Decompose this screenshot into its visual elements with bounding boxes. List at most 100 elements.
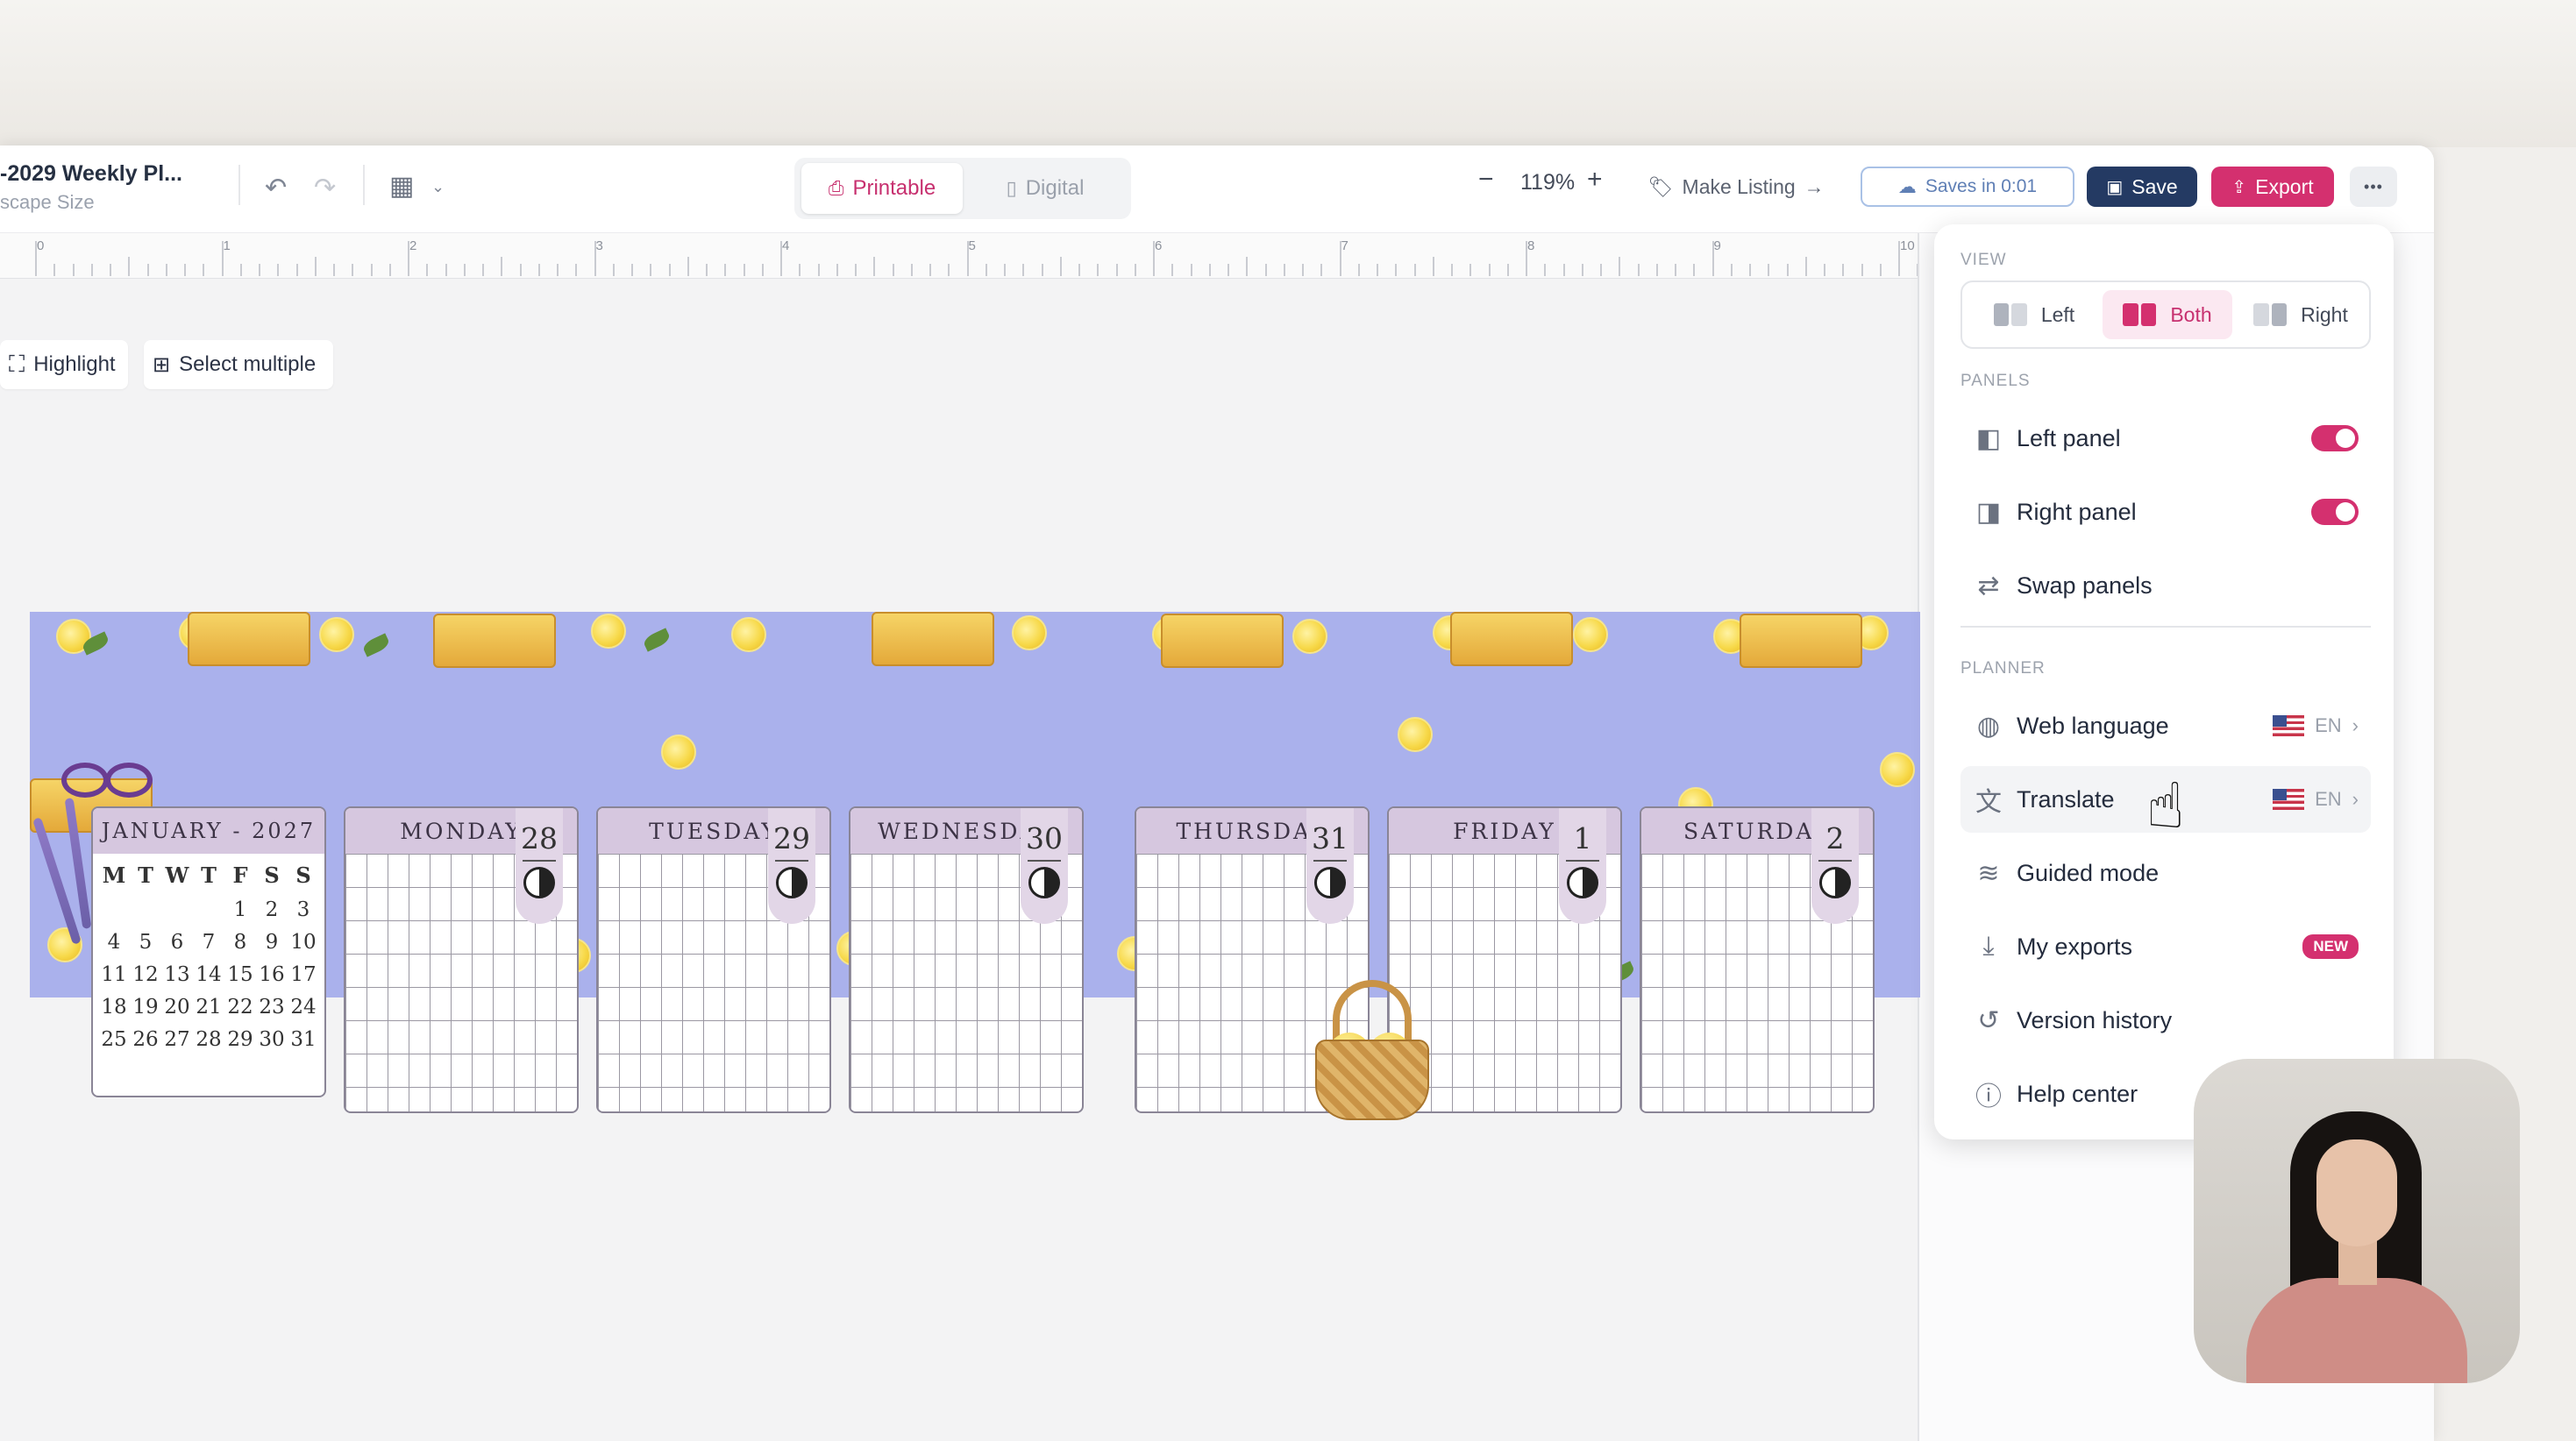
- calendar-day[interactable]: 24: [288, 996, 319, 1019]
- calendar-day[interactable]: 25: [98, 1028, 130, 1051]
- printable-mode-button[interactable]: ⎙ Printable: [801, 163, 963, 214]
- calendar-day[interactable]: 11: [98, 963, 130, 986]
- calendar-day[interactable]: 17: [288, 963, 319, 986]
- right-panel-row[interactable]: ◨ Right panel: [1960, 479, 2371, 545]
- calendar-day[interactable]: 12: [130, 963, 161, 986]
- calendar-day[interactable]: 27: [161, 1028, 193, 1051]
- calendar-day[interactable]: 23: [256, 996, 288, 1019]
- redo-icon[interactable]: ↷: [314, 175, 336, 202]
- web-language-row[interactable]: ◍ Web language EN ›: [1960, 692, 2371, 759]
- calendar-day[interactable]: 5: [130, 931, 161, 954]
- calendar-day[interactable]: 29: [224, 1028, 256, 1051]
- ruler-tick: [146, 264, 149, 276]
- ruler-tick: [370, 264, 373, 276]
- ruler-tick: [1134, 264, 1136, 276]
- guided-mode-label: Guided mode: [2017, 859, 2160, 886]
- lemon-crate-pattern: [1161, 614, 1284, 668]
- swap-panels-row[interactable]: ⇄ Swap panels: [1960, 552, 2371, 619]
- calendar-day[interactable]: 6: [161, 931, 193, 954]
- calendar-day[interactable]: 20: [161, 996, 193, 1019]
- calendar-day[interactable]: 9: [256, 931, 288, 954]
- save-button[interactable]: ▣ Save: [2087, 167, 2197, 207]
- calendar-day[interactable]: 14: [193, 963, 224, 986]
- layout-icon[interactable]: ▦: [389, 174, 414, 200]
- ruler-tick: [1804, 257, 1807, 276]
- calendar-day[interactable]: 31: [288, 1028, 319, 1051]
- both-view-icon: [2123, 303, 2157, 326]
- calendar-day[interactable]: 3: [288, 898, 319, 921]
- view-right-option[interactable]: Right: [2236, 290, 2366, 339]
- day-card-wednesday[interactable]: WEDNESDAY 30: [849, 806, 1084, 1113]
- view-both-option[interactable]: Both: [2103, 290, 2232, 339]
- calendar-day[interactable]: 22: [224, 996, 256, 1019]
- ruler-tick: [352, 264, 354, 276]
- calendar-day[interactable]: 18: [98, 996, 130, 1019]
- calendar-day[interactable]: 26: [130, 1028, 161, 1051]
- calendar-day[interactable]: 13: [161, 963, 193, 986]
- make-listing-button[interactable]: 🏷 Make Listing →: [1640, 167, 1832, 207]
- translate-value: EN: [2315, 788, 2342, 810]
- left-panel-toggle[interactable]: [2311, 425, 2359, 451]
- version-history-row[interactable]: ↺ Version history: [1960, 987, 2371, 1054]
- calendar-day[interactable]: 28: [193, 1028, 224, 1051]
- ruler-tick: [855, 264, 857, 276]
- moon-phase-icon: [523, 867, 555, 898]
- month-mini-calendar[interactable]: JANUARY - 2027 MTWTFSS 1 2 3 4 5 6 7 8 9 10 11 12 13…: [91, 806, 326, 1097]
- day-card-tuesday[interactable]: TUESDAY 29: [596, 806, 831, 1113]
- calendar-day[interactable]: 21: [193, 996, 224, 1019]
- right-panel-toggle[interactable]: [2311, 499, 2359, 525]
- date-badge: 30: [1021, 808, 1068, 924]
- select-multiple-button[interactable]: ⊞ Select multiple: [144, 340, 333, 389]
- calendar-day[interactable]: 19: [130, 996, 161, 1019]
- ruler-tick: [408, 241, 409, 276]
- digital-mode-button[interactable]: ▯ Digital: [966, 163, 1124, 214]
- select-multiple-label: Select multiple: [179, 352, 317, 376]
- weekday-header-row: MTWTFSS: [93, 854, 324, 888]
- right-panel-label: Right panel: [2017, 498, 2137, 525]
- undo-icon[interactable]: ↶: [265, 175, 287, 202]
- document-subtitle: scape Size: [0, 191, 95, 213]
- left-panel-icon: ◧: [1975, 423, 2002, 453]
- upload-icon: ⇪: [2231, 177, 2247, 197]
- view-right-label: Right: [2301, 302, 2348, 326]
- calendar-day[interactable]: 30: [256, 1028, 288, 1051]
- guided-mode-row[interactable]: ≋ Guided mode: [1960, 840, 2371, 906]
- moon-phase-icon: [1819, 867, 1851, 898]
- export-button[interactable]: ⇪ Export: [2211, 167, 2334, 207]
- zoom-level[interactable]: 119%: [1520, 170, 1575, 195]
- my-exports-row[interactable]: ⤓ My exports NEW: [1960, 913, 2371, 980]
- ruler-tick: [557, 264, 559, 276]
- chevron-down-icon[interactable]: ⌄: [431, 179, 445, 195]
- day-card-saturday[interactable]: SATURDAY 2: [1640, 806, 1875, 1113]
- ruler-tick: [631, 264, 633, 276]
- highlight-button[interactable]: ⛶ Highlight: [0, 340, 128, 389]
- view-left-option[interactable]: Left: [1969, 290, 2099, 339]
- calendar-day[interactable]: 7: [193, 931, 224, 954]
- calendar-day[interactable]: 10: [288, 931, 319, 954]
- calendar-day[interactable]: 15: [224, 963, 256, 986]
- document-title[interactable]: -2029 Weekly Pl...: [0, 161, 182, 187]
- ruler-tick: [1283, 264, 1285, 276]
- calendar-day[interactable]: 1: [224, 898, 256, 921]
- translate-label: Translate: [2017, 785, 2115, 813]
- date-badge: 2: [1811, 808, 1859, 924]
- mode-switch: ⎙ Printable ▯ Digital: [794, 158, 1131, 219]
- calendar-week-row: 4 5 6 7 8 9 10: [93, 926, 324, 958]
- ruler-number: 3: [595, 238, 603, 253]
- chevron-right-icon: ›: [2352, 788, 2359, 810]
- day-card-monday[interactable]: MONDAY 28: [344, 806, 579, 1113]
- calendar-day[interactable]: 8: [224, 931, 256, 954]
- calendar-day[interactable]: 4: [98, 931, 130, 954]
- more-options-button[interactable]: •••: [2350, 167, 2397, 207]
- zoom-out-button[interactable]: −: [1478, 165, 1494, 195]
- highlight-icon: ⛶: [9, 351, 25, 377]
- download-icon: ⤓: [1982, 932, 1995, 961]
- us-flag-icon: [2273, 789, 2305, 810]
- calendar-day[interactable]: 16: [256, 963, 288, 986]
- select-multiple-icon: ⊞: [153, 352, 171, 377]
- ruler-tick: [537, 264, 540, 276]
- zoom-in-button[interactable]: +: [1587, 165, 1603, 195]
- calendar-day[interactable]: 2: [256, 898, 288, 921]
- left-panel-row[interactable]: ◧ Left panel: [1960, 405, 2371, 472]
- weekday-label: S: [295, 862, 311, 888]
